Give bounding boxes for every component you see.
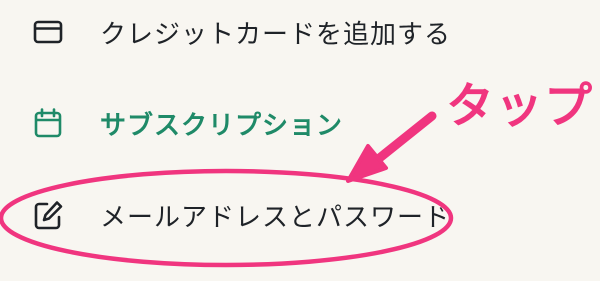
menu-item-add-credit-card[interactable]: クレジットカードを追加する bbox=[0, 2, 460, 62]
menu-item-label: メールアドレスとパスワード bbox=[100, 202, 452, 233]
menu-item-label: サブスクリプション bbox=[100, 110, 344, 141]
edit-icon bbox=[32, 199, 64, 231]
credit-card-icon bbox=[32, 16, 64, 48]
calendar-icon bbox=[32, 107, 64, 139]
menu-item-label: クレジットカードを追加する bbox=[100, 19, 452, 50]
menu-item-subscription[interactable]: サブスクリプション bbox=[0, 93, 460, 153]
menu-item-email-and-password[interactable]: メールアドレスとパスワード bbox=[0, 185, 460, 245]
tap-annotation-label: タップ bbox=[446, 78, 594, 134]
